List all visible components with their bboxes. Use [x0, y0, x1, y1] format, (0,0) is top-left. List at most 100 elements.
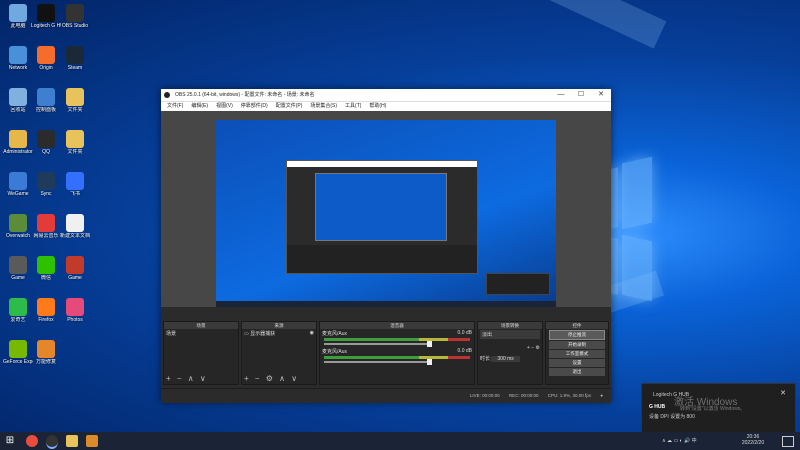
- start-button[interactable]: ⊞: [4, 435, 16, 447]
- close-icon[interactable]: ✕: [780, 389, 786, 397]
- desktop-icon[interactable]: 此电脑: [3, 4, 33, 29]
- desktop-icon[interactable]: QQ: [31, 130, 61, 155]
- desktop-icon-label: 此电脑: [10, 23, 26, 29]
- desktop-icon[interactable]: 新建文本文档: [60, 214, 90, 239]
- desktop-icon[interactable]: 万能修复: [31, 340, 61, 365]
- desktop-icon-label: Steam: [67, 65, 83, 71]
- volume-meter: [324, 356, 470, 359]
- gear-icon[interactable]: ⚙: [536, 345, 540, 351]
- obs-preview[interactable]: [161, 111, 611, 307]
- desktop-icon[interactable]: 文件夹: [60, 88, 90, 113]
- taskbar: ⊞ ∧ ☁ ▭ ◐ 🔊 中 20:36 2022/2/20: [0, 432, 800, 450]
- desktop-icon[interactable]: 回收站: [3, 88, 33, 113]
- exit-button[interactable]: 退出: [549, 368, 605, 376]
- desktop-icon[interactable]: 文件夹: [60, 130, 90, 155]
- desktop-icon-label: QQ: [42, 149, 50, 155]
- desktop-icon[interactable]: 飞书: [60, 172, 90, 197]
- obs-titlebar[interactable]: OBS 25.0.1 (64-bit, windows) - 配置文件: 未命名…: [161, 89, 611, 101]
- minimize-icon[interactable]: —: [551, 89, 571, 101]
- menu-file[interactable]: 文件(F): [163, 102, 187, 111]
- start-recording-button[interactable]: 开始录制: [549, 341, 605, 349]
- obs-menubar: 文件(F) 编辑(E) 视图(V) 停靠部件(D) 配置文件(P) 场景集合(S…: [161, 101, 611, 111]
- obs-title: OBS 25.0.1 (64-bit, windows) - 配置文件: 未命名…: [175, 92, 315, 98]
- desktop-icon[interactable]: 控制面板: [31, 88, 61, 113]
- source-item[interactable]: 显示器捕获: [250, 331, 275, 337]
- app-icon: [9, 256, 27, 274]
- volume-slider[interactable]: [324, 359, 432, 365]
- scene-item[interactable]: 场景: [166, 330, 236, 337]
- desktop-icon[interactable]: OBS Studio: [60, 4, 90, 29]
- taskbar-folder-icon[interactable]: [66, 435, 78, 447]
- transition-select[interactable]: 淡出: [480, 330, 540, 339]
- desktop-icon[interactable]: Overwatch: [3, 214, 33, 239]
- taskbar-app-icon[interactable]: [86, 435, 98, 447]
- menu-docks[interactable]: 停靠部件(D): [237, 102, 272, 111]
- desktop-icon-label: Firefox: [38, 317, 54, 323]
- app-icon: [9, 172, 27, 190]
- desktop-icon-label: 新建文本文档: [60, 233, 90, 239]
- stop-streaming-button[interactable]: 停止推流: [549, 330, 605, 340]
- transitions-dock: 场景转换 淡出 + − ⚙ 时长 300 ms: [477, 321, 543, 385]
- desktop-icon[interactable]: WeGame: [3, 172, 33, 197]
- desktop-icon[interactable]: Sync: [31, 172, 61, 197]
- desktop-icon[interactable]: 网易云音乐: [31, 214, 61, 239]
- desktop-icon-label: Photos: [67, 317, 83, 323]
- desktop-icon[interactable]: GeForce Experience: [3, 340, 33, 365]
- desktop-icon[interactable]: Game: [60, 256, 90, 281]
- desktop-icon-label: 微信: [40, 275, 51, 281]
- app-icon: [37, 172, 55, 190]
- transitions-dock-title: 场景转换: [478, 322, 542, 329]
- desktop-icon[interactable]: Origin: [31, 46, 61, 71]
- maximize-icon[interactable]: ☐: [571, 89, 591, 101]
- desktop-icon[interactable]: Firefox: [31, 298, 61, 323]
- rec-time: REC: 00:00:00: [508, 393, 539, 398]
- desktop-icon-label: 网易云音乐: [33, 233, 59, 239]
- desktop-icon-label: Sync: [40, 191, 52, 197]
- close-icon[interactable]: ✕: [591, 89, 611, 101]
- menu-tools[interactable]: 工具(T): [341, 102, 365, 111]
- app-icon: [37, 298, 55, 316]
- channel-name: 麦克风/Aux: [322, 331, 348, 337]
- menu-profile[interactable]: 配置文件(P): [272, 102, 307, 111]
- eye-icon[interactable]: ◉: [310, 330, 314, 336]
- desktop-icon[interactable]: Photos: [60, 298, 90, 323]
- menu-view[interactable]: 视图(V): [212, 102, 237, 111]
- desktop-icon[interactable]: Game: [3, 256, 33, 281]
- notification-body: 设备 DPI 设置为 800: [649, 414, 695, 420]
- studio-mode-button[interactable]: 工作室模式: [549, 350, 605, 358]
- volume-slider[interactable]: [324, 341, 432, 347]
- app-icon: [37, 46, 55, 64]
- taskbar-obs-icon[interactable]: [46, 435, 58, 449]
- language-indicator[interactable]: 中: [692, 438, 697, 444]
- duration-label: 时长: [480, 356, 491, 362]
- menu-help[interactable]: 帮助(H): [365, 102, 390, 111]
- notification-center-icon[interactable]: [782, 436, 794, 447]
- settings-button[interactable]: 设置: [549, 359, 605, 367]
- obs-window[interactable]: OBS 25.0.1 (64-bit, windows) - 配置文件: 未命名…: [161, 89, 611, 403]
- desktop-icon-label: Logitech G HUB: [31, 23, 61, 29]
- mixer-dock: 混音器 麦克风/Aux 0.0 dB 麦克风/Aux 0.0 dB: [319, 321, 475, 385]
- desktop-icon[interactable]: Steam: [60, 46, 90, 71]
- desktop-icon[interactable]: 爱奇艺: [3, 298, 33, 323]
- desktop-icon[interactable]: Administrator: [3, 130, 33, 155]
- mixer-channel: 麦克风/Aux 0.0 dB: [322, 348, 472, 365]
- system-tray[interactable]: ∧ ☁ ▭ ◐ 🔊 中: [662, 437, 697, 444]
- taskbar-app-icon[interactable]: [26, 435, 38, 447]
- duration-input[interactable]: 300 ms: [491, 356, 520, 362]
- desktop-icon-label: 控制面板: [35, 107, 56, 113]
- add-icon[interactable]: + −: [527, 345, 534, 351]
- desktop-icon-label: Game: [11, 275, 25, 281]
- toast-notification[interactable]: Logitech G HUB ✕ 激活 Windows 转到"设置"以激活 Wi…: [641, 383, 796, 434]
- menu-edit[interactable]: 编辑(E): [187, 102, 212, 111]
- desktop-icon[interactable]: 微信: [31, 256, 61, 281]
- app-icon: [37, 88, 55, 106]
- desktop-icon[interactable]: Network: [3, 46, 33, 71]
- sources-dock-title: 来源: [242, 322, 316, 329]
- desktop-icon[interactable]: Logitech G HUB: [31, 4, 61, 29]
- menu-scene-collection[interactable]: 场景集合(S): [306, 102, 341, 111]
- notification-title: G HUB: [649, 404, 666, 410]
- app-icon: [37, 340, 55, 358]
- sources-dock-controls[interactable]: + − ⚙ ∧ ∨: [244, 374, 299, 383]
- clock[interactable]: 20:36 2022/2/20: [738, 434, 768, 446]
- scenes-dock-controls[interactable]: + − ∧ ∨: [166, 374, 208, 383]
